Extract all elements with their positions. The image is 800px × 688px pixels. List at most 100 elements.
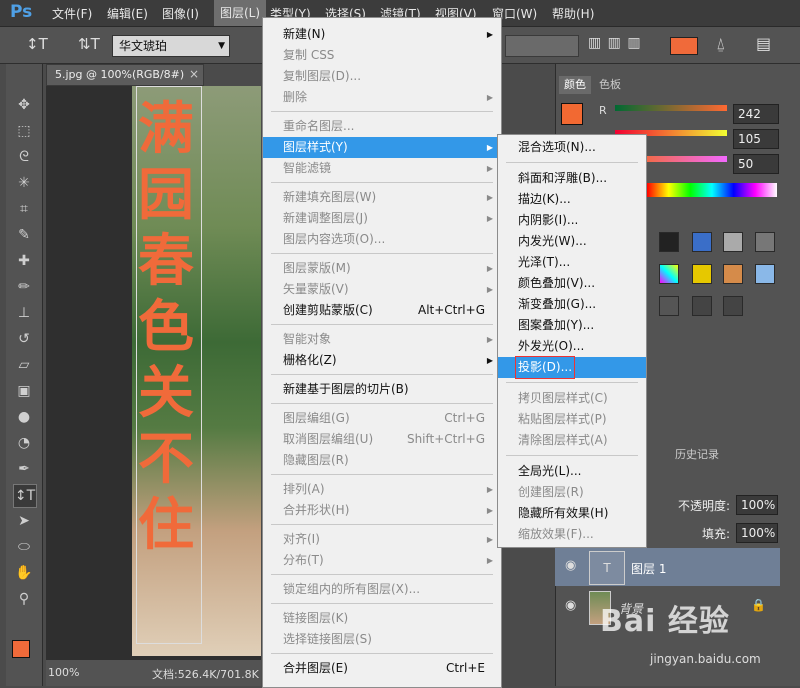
layer-menu-item[interactable]: 智能对象 ▶ bbox=[263, 329, 501, 350]
style-swatch[interactable] bbox=[659, 232, 679, 252]
style-swatch[interactable] bbox=[692, 296, 712, 316]
magic-wand-icon[interactable]: ✳ bbox=[13, 172, 35, 194]
history-brush-icon[interactable]: ↺ bbox=[13, 328, 35, 350]
r-slider[interactable] bbox=[615, 105, 727, 111]
pen-tool-icon[interactable]: ✒ bbox=[13, 458, 35, 480]
style-swatch[interactable] bbox=[692, 264, 712, 284]
marquee-tool-icon[interactable]: ⬚ bbox=[13, 120, 35, 142]
layer-menu-item[interactable]: 合并图层(E) Ctrl+E bbox=[263, 658, 501, 679]
layer-menu-item[interactable]: 新建填充图层(W) ▶ bbox=[263, 187, 501, 208]
healing-brush-icon[interactable]: ✚ bbox=[13, 250, 35, 272]
style-menu-item[interactable]: 清除图层样式(A) bbox=[498, 430, 646, 451]
menu-item[interactable]: 帮助(H) bbox=[552, 5, 594, 22]
layer-menu-item[interactable]: 复制图层(D)... bbox=[263, 66, 501, 87]
style-menu-item[interactable]: 拷贝图层样式(C) bbox=[498, 388, 646, 409]
style-menu-item[interactable]: 颜色叠加(V)... bbox=[498, 273, 646, 294]
layer-menu-item[interactable]: 锁定组内的所有图层(X)... bbox=[263, 579, 501, 600]
ellipse-tool-icon[interactable]: ⬭ bbox=[13, 536, 35, 558]
tab-history[interactable]: 历史记录 bbox=[670, 446, 724, 464]
style-menu-item[interactable]: 外发光(O)... bbox=[498, 336, 646, 357]
layer-menu-item[interactable]: 排列(A) ▶ bbox=[263, 479, 501, 500]
character-panel-icon[interactable]: ▤ bbox=[756, 34, 771, 53]
style-menu-item[interactable]: 创建图层(R) bbox=[498, 482, 646, 503]
move-tool-icon[interactable]: ✥ bbox=[13, 94, 35, 116]
menu-item[interactable]: 编辑(E) bbox=[107, 5, 148, 22]
dodge-tool-icon[interactable]: ◔ bbox=[13, 432, 35, 454]
eye-icon[interactable]: ◉ bbox=[565, 598, 576, 613]
layer-menu-item[interactable]: 栅格化(Z) ▶ bbox=[263, 350, 501, 371]
layer-menu-item[interactable]: 选择链接图层(S) bbox=[263, 629, 501, 650]
style-menu-item[interactable]: 斜面和浮雕(B)... bbox=[498, 168, 646, 189]
layer-menu-item[interactable]: 删除 ▶ bbox=[263, 87, 501, 108]
menu-layer[interactable]: 图层(L) bbox=[214, 0, 267, 26]
text-color-swatch[interactable] bbox=[670, 37, 698, 55]
text-orientation-icon[interactable]: ↕T bbox=[26, 35, 48, 53]
color-spectrum-bar[interactable] bbox=[647, 183, 777, 197]
layer-menu-item[interactable]: 图层编组(G) Ctrl+G bbox=[263, 408, 501, 429]
style-menu-item[interactable]: 描边(K)... bbox=[498, 189, 646, 210]
opacity-field[interactable]: 100% bbox=[736, 495, 778, 515]
foreground-color-icon[interactable] bbox=[12, 640, 30, 658]
layer-menu-item[interactable]: 新建调整图层(J) ▶ bbox=[263, 208, 501, 229]
style-swatch[interactable] bbox=[659, 264, 679, 284]
style-menu-item[interactable]: 光泽(T)... bbox=[498, 252, 646, 273]
layer-menu-item[interactable]: 新建(N) ▶ bbox=[263, 24, 501, 45]
layer-menu-item[interactable]: 新建基于图层的切片(B) bbox=[263, 379, 501, 400]
fill-field[interactable]: 100% bbox=[736, 523, 778, 543]
g-value-field[interactable]: 105 bbox=[733, 129, 779, 149]
style-swatch[interactable] bbox=[659, 296, 679, 316]
layer-menu-item[interactable]: 分布(T) ▶ bbox=[263, 550, 501, 571]
close-icon[interactable]: × bbox=[189, 67, 199, 81]
style-swatch[interactable] bbox=[755, 232, 775, 252]
align-text-icons[interactable]: ▥ ▥ ▥ bbox=[588, 35, 642, 51]
layer-menu-item[interactable]: 图层样式(Y) ▶ bbox=[263, 137, 501, 158]
foreground-color-swatch[interactable] bbox=[561, 103, 583, 125]
crop-tool-icon[interactable]: ⌗ bbox=[13, 198, 35, 220]
r-value-field[interactable]: 242 bbox=[733, 104, 779, 124]
font-family-select[interactable]: 华文琥珀 ▼ bbox=[112, 35, 230, 57]
document-tab[interactable]: 5.jpg @ 100%(RGB/8#) × bbox=[46, 64, 204, 86]
stamp-tool-icon[interactable]: ⊥ bbox=[13, 302, 35, 324]
b-value-field[interactable]: 50 bbox=[733, 154, 779, 174]
blur-tool-icon[interactable]: ● bbox=[13, 406, 35, 428]
lasso-tool-icon[interactable]: ᘓ bbox=[13, 146, 35, 168]
zoom-tool-icon[interactable]: ⚲ bbox=[13, 588, 35, 610]
style-menu-item[interactable]: 投影(D)... bbox=[498, 356, 646, 379]
menu-item[interactable]: 图像(I) bbox=[162, 5, 199, 22]
style-menu-item[interactable]: 缩放效果(F)... bbox=[498, 524, 646, 545]
path-select-icon[interactable]: ➤ bbox=[13, 510, 35, 532]
style-swatch[interactable] bbox=[755, 264, 775, 284]
style-swatch[interactable] bbox=[723, 264, 743, 284]
tab-color[interactable]: 颜色 bbox=[559, 76, 591, 94]
font-size-select[interactable] bbox=[505, 35, 579, 57]
style-menu-item[interactable]: 粘贴图层样式(P) bbox=[498, 409, 646, 430]
layer-row-1[interactable]: ◉ T 图层 1 bbox=[555, 548, 780, 586]
style-menu-item[interactable]: 全局光(L)... bbox=[498, 461, 646, 482]
type-tool-icon[interactable]: ↕T bbox=[13, 484, 37, 508]
style-swatch[interactable] bbox=[723, 232, 743, 252]
tab-swatches[interactable]: 色板 bbox=[594, 76, 626, 94]
layer-menu-item[interactable]: 合并形状(H) ▶ bbox=[263, 500, 501, 521]
toggle-text-orientation-icon[interactable]: ⇅T bbox=[78, 35, 100, 53]
eyedropper-icon[interactable]: ✎ bbox=[13, 224, 35, 246]
layer-menu-item[interactable]: 取消图层编组(U) Shift+Ctrl+G bbox=[263, 429, 501, 450]
style-swatch[interactable] bbox=[723, 296, 743, 316]
layer-menu-item[interactable]: 创建剪贴蒙版(C) Alt+Ctrl+G bbox=[263, 300, 501, 321]
layer-menu-item[interactable]: 隐藏图层(R) bbox=[263, 450, 501, 471]
layer-menu-item[interactable]: 图层蒙版(M) ▶ bbox=[263, 258, 501, 279]
eye-icon[interactable]: ◉ bbox=[565, 558, 576, 573]
style-menu-item[interactable]: 内发光(W)... bbox=[498, 231, 646, 252]
style-menu-item[interactable]: 图案叠加(Y)... bbox=[498, 315, 646, 336]
gradient-tool-icon[interactable]: ▣ bbox=[13, 380, 35, 402]
layer-menu-item[interactable]: 重命名图层... bbox=[263, 116, 501, 137]
style-menu-item[interactable]: 内阴影(I)... bbox=[498, 210, 646, 231]
zoom-level[interactable]: 100% bbox=[48, 666, 79, 679]
style-menu-item[interactable]: 混合选项(N)... bbox=[498, 137, 646, 158]
style-swatch[interactable] bbox=[692, 232, 712, 252]
style-menu-item[interactable]: 渐变叠加(G)... bbox=[498, 294, 646, 315]
eraser-icon[interactable]: ▱ bbox=[13, 354, 35, 376]
hand-tool-icon[interactable]: ✋ bbox=[13, 562, 35, 584]
style-menu-item[interactable]: 隐藏所有效果(H) bbox=[498, 503, 646, 524]
warp-text-icon[interactable]: ⍙ bbox=[716, 34, 726, 54]
menu-item[interactable]: 文件(F) bbox=[52, 5, 92, 22]
